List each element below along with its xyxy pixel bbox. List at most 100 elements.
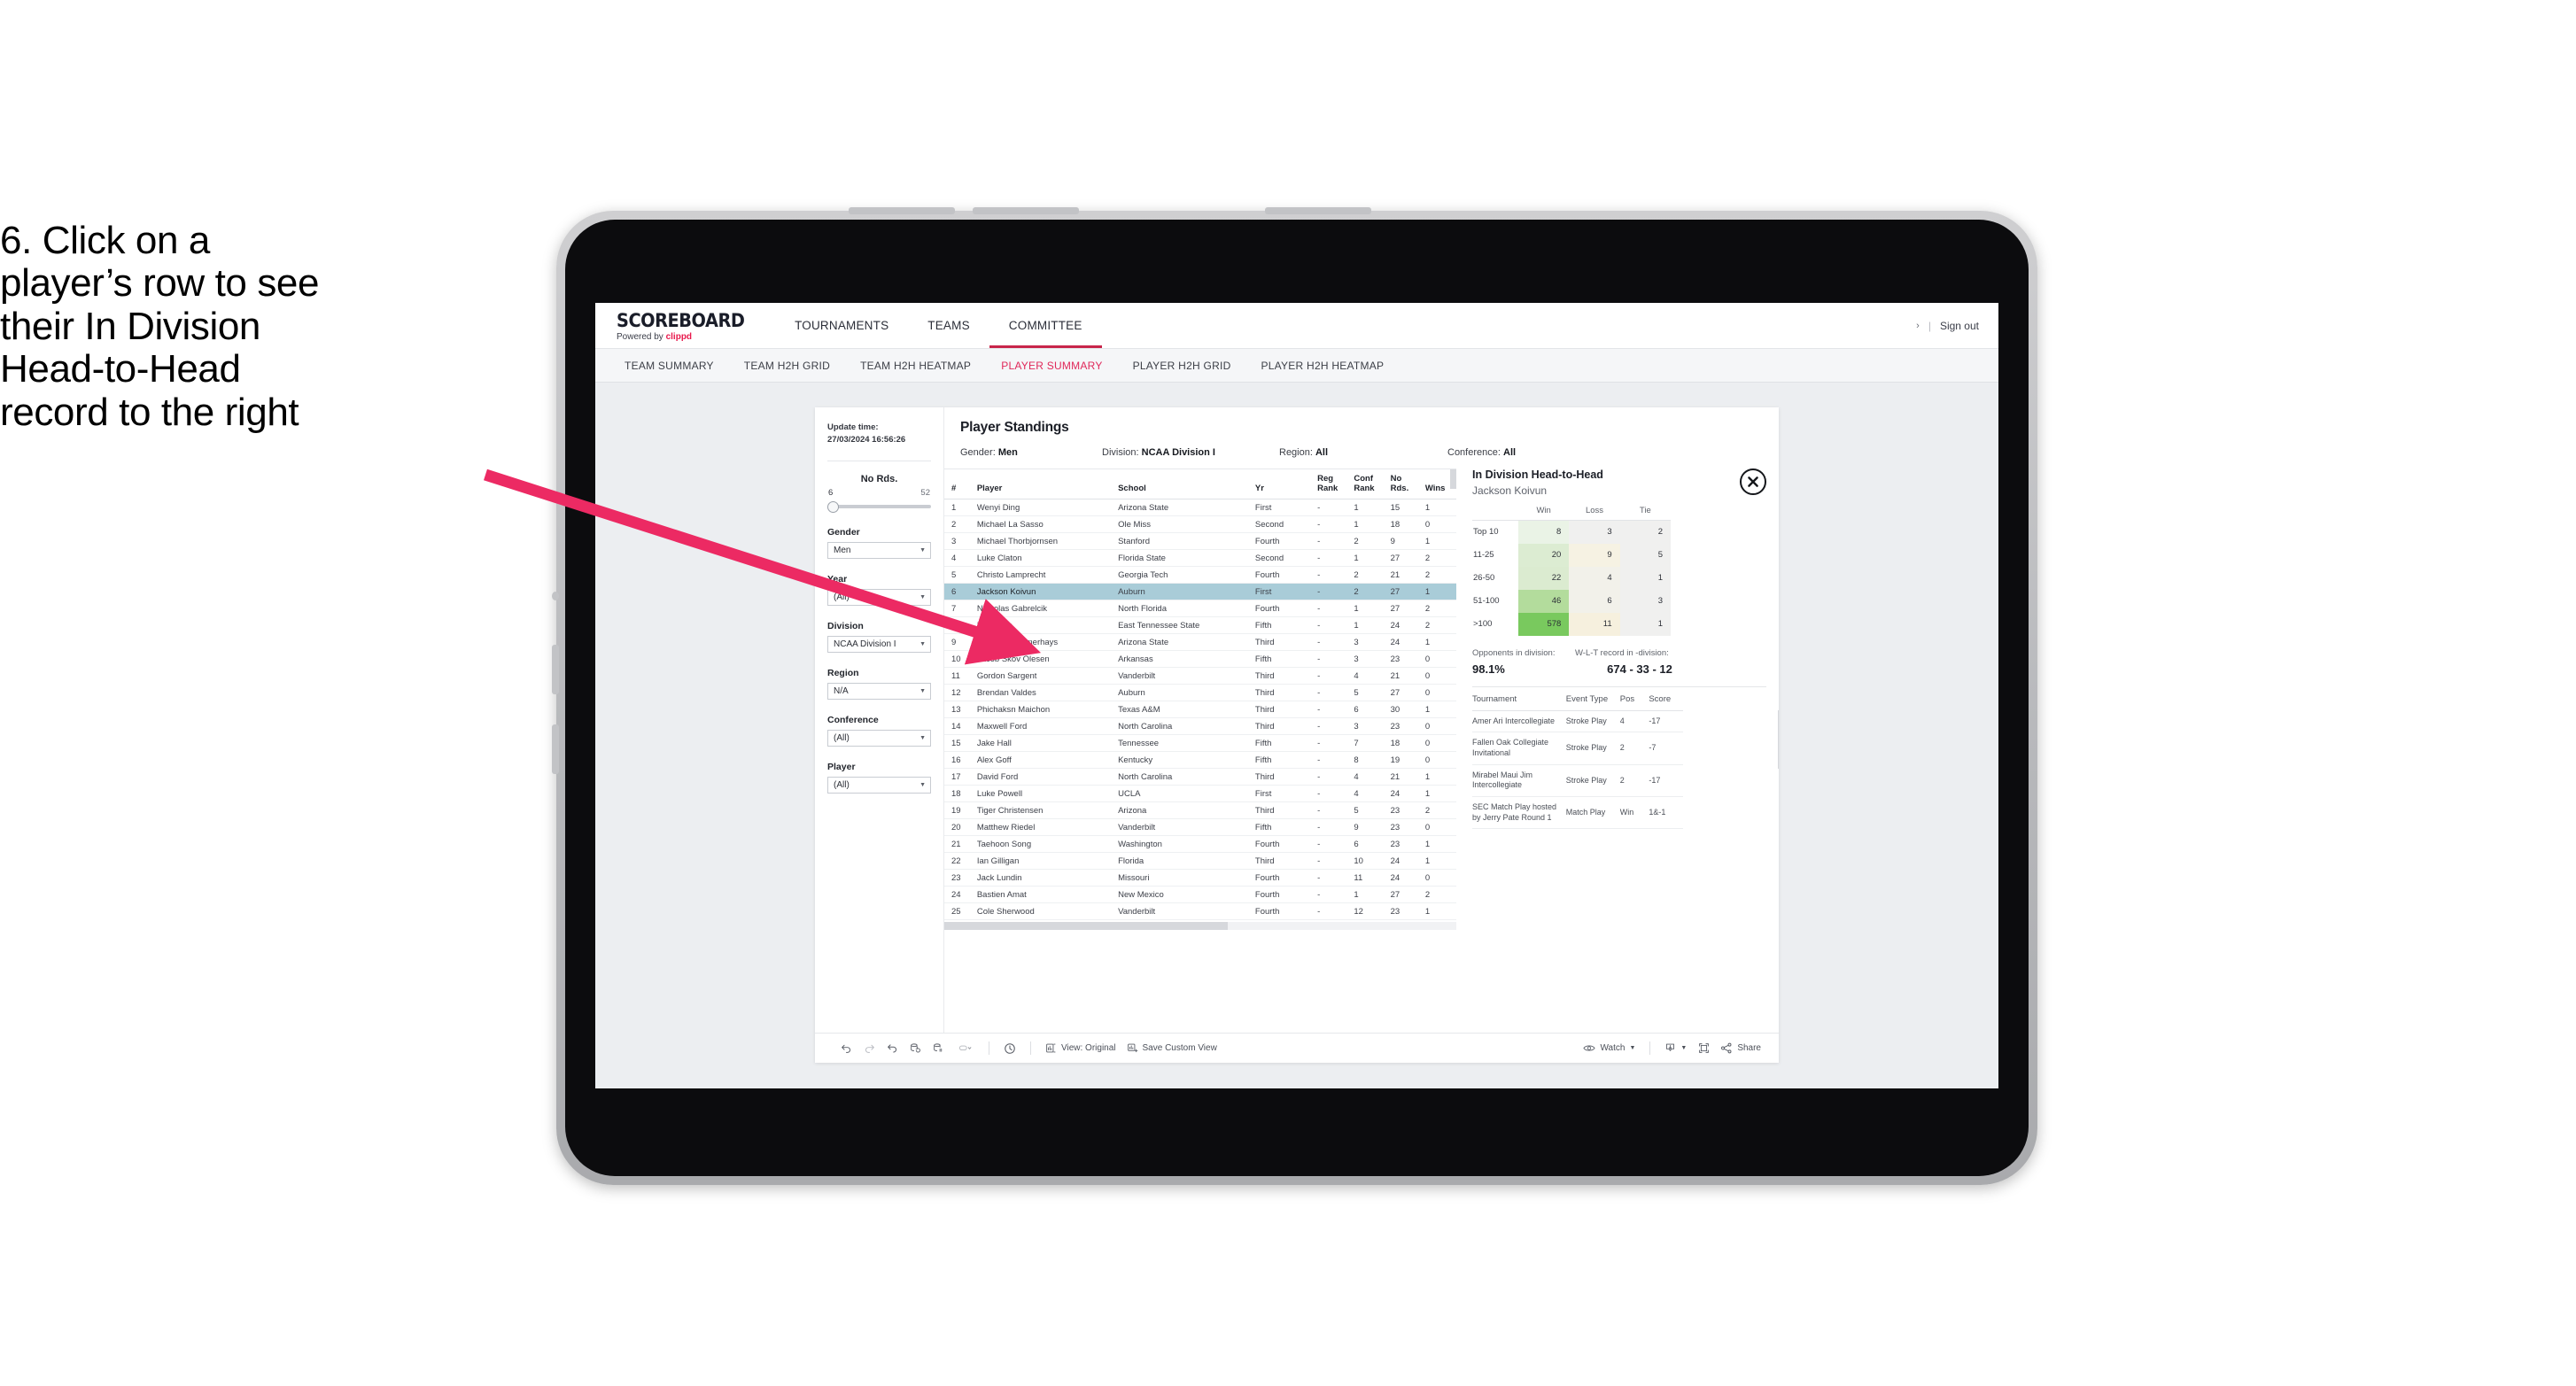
heatmap-cell[interactable]: 1 [1619, 566, 1671, 590]
heatmap-cell[interactable]: 9 [1569, 543, 1620, 567]
tab-team-summary[interactable]: TEAM SUMMARY [609, 360, 729, 372]
heatmap-cell[interactable]: 3 [1619, 589, 1671, 613]
col-no-rounds[interactable]: No Rds. [1390, 469, 1425, 500]
filter-player-select[interactable]: (All) ▼ [827, 776, 931, 794]
table-row[interactable]: 19 Tiger Christensen Arizona Third -5 23 2 [944, 801, 1456, 820]
filter-conference-select[interactable]: (All) ▼ [827, 729, 931, 747]
table-row[interactable]: 1 Wenyi Ding Arizona State First -1 15 1 [944, 499, 1456, 517]
history-icon[interactable] [998, 1042, 1021, 1055]
col-conf-rank[interactable]: Conf Rank [1354, 469, 1391, 500]
table-row[interactable]: 11 Gordon Sargent Vanderbilt Third -4 21 0 [944, 667, 1456, 685]
table-row[interactable]: 14 Maxwell Ford North Carolina Third -3 23 0 [944, 717, 1456, 736]
table-row[interactable]: 4 Luke Claton Florida State Second -1 27 2 [944, 549, 1456, 568]
table-row[interactable]: 16 Alex Goff Kentucky Fifth -8 19 0 [944, 751, 1456, 770]
summary-division-value: NCAA Division I [1141, 447, 1215, 458]
heatmap-cell[interactable]: 1 [1619, 612, 1671, 636]
filter-gender-select[interactable]: Men ▼ [827, 541, 931, 559]
list-item[interactable]: SEC Match Play hosted by Jerry Pate Roun… [1472, 796, 1683, 830]
row-year: First [1254, 785, 1318, 803]
table-row[interactable]: 17 David Ford North Carolina Third -4 21 1 [944, 768, 1456, 786]
brand-logo[interactable]: SCOREBOARD Powered by clippd [595, 303, 775, 348]
close-icon[interactable] [1740, 468, 1766, 495]
table-row[interactable]: 9 Preston Summerhays Arizona State Third -3 2… [944, 633, 1456, 652]
no-rounds-slider[interactable] [827, 499, 931, 513]
col-reg-rank[interactable]: Reg Rank [1317, 469, 1354, 500]
table-row[interactable]: 21 Taehoon Song Washington Fourth -6 23 1 [944, 835, 1456, 854]
standings-horizontal-scrollbar[interactable] [944, 922, 1456, 931]
table-row[interactable]: 23 Jack Lundin Missouri Fourth -11 24 0 [944, 869, 1456, 887]
row-reg-rank: - [1317, 549, 1354, 568]
list-item[interactable]: Mirabel Maui Jim Intercollegiate Stroke P… [1472, 764, 1683, 798]
sign-out-link[interactable]: Sign out [1940, 320, 1979, 332]
slider-handle[interactable] [827, 500, 839, 513]
filter-region-select[interactable]: N/A ▼ [827, 682, 931, 700]
col-player[interactable]: Player [967, 469, 1119, 500]
heatmap-cell[interactable]: 4 [1569, 566, 1620, 590]
pause-updates-icon[interactable] [927, 1042, 950, 1054]
shape-dropdown-icon[interactable] [950, 1042, 980, 1054]
heatmap-cell[interactable]: 578 [1518, 612, 1570, 636]
table-row[interactable]: 20 Matthew Riedel Vanderbilt Fifth -9 23 0 [944, 818, 1456, 837]
table-row[interactable]: 6 Jackson Koivun Auburn First -2 27 1 [944, 583, 1456, 601]
nav-teams[interactable]: TEAMS [908, 303, 989, 348]
col-school[interactable]: School [1118, 469, 1255, 500]
table-row[interactable]: 12 Brendan Valdes Auburn Third -5 27 0 [944, 684, 1456, 702]
table-row[interactable]: 10 Jacob Skov Olesen Arkansas Fifth -3 23 0 [944, 650, 1456, 669]
fullscreen-icon[interactable] [1692, 1042, 1715, 1054]
nav-committee[interactable]: COMMITTEE [989, 303, 1102, 348]
scrollbar-thumb[interactable] [944, 922, 1228, 931]
heatmap-cell[interactable]: 8 [1518, 520, 1570, 544]
table-row[interactable]: 7 Nicholas Gabrelcik North Florida Fourth -1… [944, 600, 1456, 618]
view-original-button[interactable]: View: Original [1040, 1042, 1121, 1054]
nav-tournaments[interactable]: TOURNAMENTS [775, 303, 908, 348]
col-event-type[interactable]: Event Type [1565, 686, 1620, 711]
col-pos[interactable]: Pos [1619, 686, 1649, 711]
table-row[interactable]: 24 Bastien Amat New Mexico Fourth -1 27 2 [944, 886, 1456, 904]
tournaments-scrollbar[interactable] [1778, 709, 1779, 769]
revert-icon[interactable] [881, 1042, 904, 1054]
heatmap-cell[interactable]: 20 [1518, 543, 1570, 567]
undo-icon[interactable] [834, 1042, 857, 1054]
col-tournament[interactable]: Tournament [1472, 686, 1566, 711]
table-row[interactable]: 8 Mats Ege East Tennessee State Fifth -1 24 2 [944, 616, 1456, 635]
user-chevron-icon[interactable]: › [1916, 321, 1920, 331]
table-row[interactable]: 18 Luke Powell UCLA First -4 24 1 [944, 785, 1456, 803]
watch-button[interactable]: Watch ▼ [1578, 1042, 1641, 1054]
refresh-data-icon[interactable] [904, 1042, 927, 1054]
table-row[interactable]: 5 Christo Lamprecht Georgia Tech Fourth -2 21… [944, 566, 1456, 585]
list-item[interactable]: Fallen Oak Collegiate Invitational Stroke… [1472, 732, 1683, 765]
share-button[interactable]: Share [1715, 1042, 1766, 1054]
table-row[interactable]: 15 Jake Hall Tennessee Fifth -7 18 0 [944, 734, 1456, 753]
col-score[interactable]: Score [1649, 686, 1683, 711]
download-button[interactable]: ▼ [1659, 1042, 1692, 1054]
heatmap-cell[interactable]: 6 [1569, 589, 1620, 613]
redo-icon[interactable] [857, 1042, 881, 1054]
save-custom-view-button[interactable]: Save Custom View [1121, 1042, 1222, 1054]
heatmap-cell[interactable]: 5 [1619, 543, 1671, 567]
filter-year-select[interactable]: (All) ▼ [827, 588, 931, 606]
heatmap-row-label: 26-50 [1472, 566, 1518, 590]
col-year[interactable]: Yr [1254, 469, 1318, 500]
row-no-rounds: 24 [1390, 785, 1425, 803]
heatmap-cell[interactable]: 22 [1518, 566, 1570, 590]
col-rank[interactable]: # [944, 469, 968, 500]
standings-vertical-scrollbar[interactable] [1450, 469, 1456, 489]
tab-team-h2h-heatmap[interactable]: TEAM H2H HEATMAP [845, 360, 986, 372]
tab-player-h2h-heatmap[interactable]: PLAYER H2H HEATMAP [1246, 360, 1400, 372]
table-row[interactable]: 2 Michael La Sasso Ole Miss Second -1 18 0 [944, 515, 1456, 534]
list-item[interactable]: Amer Ari Intercollegiate Stroke Play 4 -17 [1472, 710, 1683, 733]
row-school: Arkansas [1118, 650, 1255, 669]
heatmap-cell[interactable]: 2 [1619, 520, 1671, 544]
heatmap-cell[interactable]: 11 [1569, 612, 1620, 636]
row-reg-rank: - [1317, 852, 1354, 871]
table-row[interactable]: 22 Ian Gilligan Florida Third -10 24 1 [944, 852, 1456, 871]
filter-division-select[interactable]: NCAA Division I ▼ [827, 635, 931, 653]
table-row[interactable]: 13 Phichaksn Maichon Texas A&M Third -6 30 1 [944, 701, 1456, 719]
table-row[interactable]: 25 Cole Sherwood Vanderbilt Fourth -12 23 1 [944, 902, 1456, 921]
tab-player-h2h-grid[interactable]: PLAYER H2H GRID [1118, 360, 1246, 372]
tab-player-summary[interactable]: PLAYER SUMMARY [986, 360, 1117, 372]
heatmap-cell[interactable]: 46 [1518, 589, 1570, 613]
heatmap-cell[interactable]: 3 [1569, 520, 1620, 544]
tab-team-h2h-grid[interactable]: TEAM H2H GRID [729, 360, 845, 372]
table-row[interactable]: 3 Michael Thorbjornsen Stanford Fourth -2 9 1 [944, 532, 1456, 551]
